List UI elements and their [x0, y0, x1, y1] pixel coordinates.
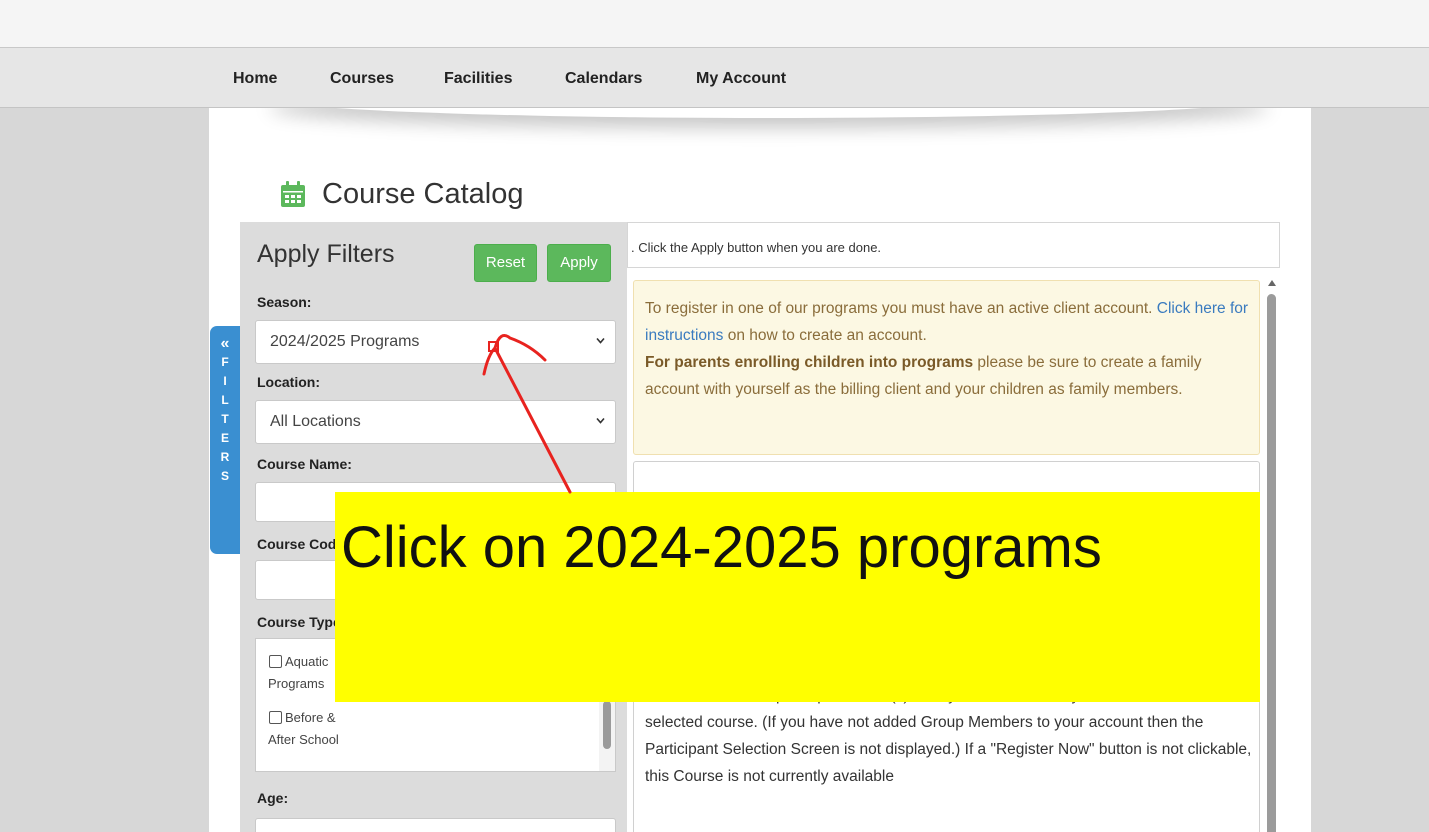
page-title-text: Course Catalog [322, 178, 524, 210]
season-label: Season: [257, 294, 312, 310]
reset-button[interactable]: Reset [474, 244, 537, 282]
main-content: Course Catalog Apply Filters Reset Apply… [209, 108, 1311, 832]
chevron-down-icon [596, 417, 605, 424]
course-name-label: Course Name: [257, 456, 352, 472]
course-type-item[interactable]: Aquatic [269, 651, 328, 673]
checkbox[interactable] [269, 655, 282, 668]
filters-title: Apply Filters [257, 240, 395, 268]
location-select-value: All Locations [270, 413, 361, 430]
scroll-up-icon[interactable] [1268, 280, 1276, 286]
checkbox[interactable] [269, 711, 282, 724]
age-input[interactable] [255, 818, 616, 832]
instruction-overlay: Click on 2024-2025 programs [335, 492, 1260, 702]
info-bar: . Click the Apply button when you are do… [627, 222, 1280, 268]
age-label: Age: [257, 790, 289, 806]
course-type-item-line2: After School [268, 732, 339, 747]
location-select[interactable]: All Locations [255, 400, 616, 444]
scrollbar-thumb[interactable] [1267, 294, 1276, 832]
nav-my-account[interactable]: My Account [696, 70, 786, 88]
course-type-label: Course Type: [257, 614, 346, 630]
main-navbar: Home Courses Facilities Calendars My Acc… [0, 48, 1429, 108]
header-shadow [269, 108, 1269, 118]
apply-button[interactable]: Apply [547, 244, 611, 282]
registration-notice: To register in one of our programs you m… [633, 280, 1260, 455]
location-label: Location: [257, 374, 320, 390]
scrollbar-thumb[interactable] [603, 701, 611, 749]
season-select[interactable]: 2024/2025 Programs [255, 320, 616, 364]
nav-facilities[interactable]: Facilities [444, 70, 512, 88]
season-select-value: 2024/2025 Programs [270, 333, 420, 350]
chevron-down-icon [596, 337, 605, 344]
content-scrollbar[interactable] [1265, 280, 1279, 832]
nav-home[interactable]: Home [233, 70, 277, 88]
nav-calendars[interactable]: Calendars [565, 70, 642, 88]
course-type-item-line2: Programs [268, 676, 325, 691]
filters-toggle-tab[interactable]: « F I L T E R S [210, 326, 240, 554]
page-title: Course Catalog [280, 178, 524, 211]
nav-courses[interactable]: Courses [330, 70, 394, 88]
browser-top-strip [0, 0, 1429, 48]
course-type-item[interactable]: Before & [269, 707, 336, 729]
calendar-icon [281, 181, 305, 207]
